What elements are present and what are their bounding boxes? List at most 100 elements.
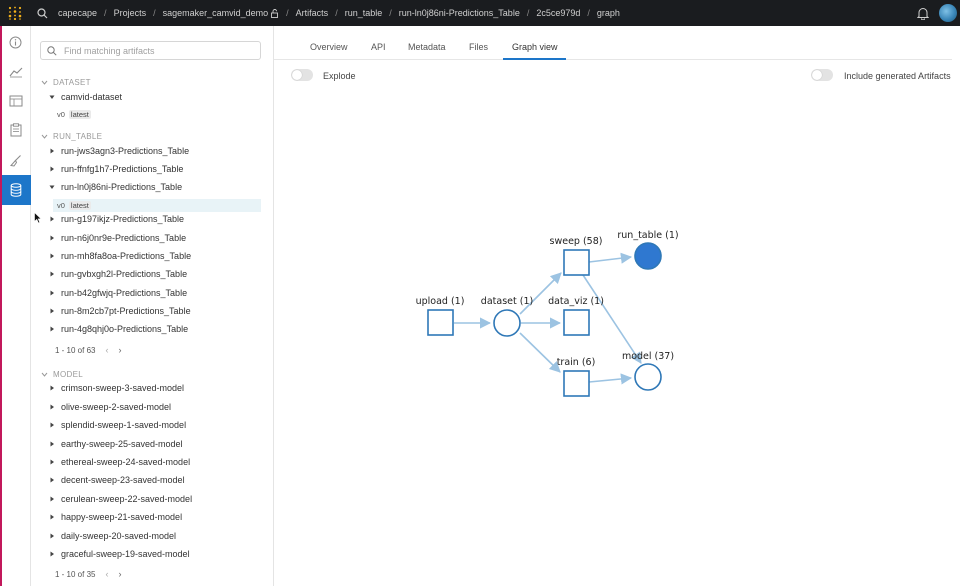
database-icon[interactable] [0, 175, 31, 205]
artifact-row[interactable]: splendid-sweep-1-saved-model [49, 417, 261, 432]
bell-icon[interactable] [917, 7, 929, 20]
breadcrumb-artifacts[interactable]: Artifacts [296, 8, 329, 18]
caret-right-icon [50, 216, 54, 221]
wandb-logo-icon[interactable] [0, 0, 30, 26]
clipboard-icon[interactable] [0, 115, 31, 145]
chevron-down-icon [41, 134, 48, 139]
artifact-row[interactable]: happy-sweep-21-saved-model [49, 509, 261, 524]
artifact-name: decent-sweep-23-saved-model [61, 474, 185, 485]
artifact-name: run-8m2cb7pt-Predictions_Table [61, 305, 191, 316]
artifact-row-camvid-dataset[interactable]: camvid-dataset [49, 89, 261, 104]
prev-page-icon[interactable]: ‹ [105, 345, 108, 355]
edge-dataset-train [519, 332, 561, 373]
section-title: MODEL [53, 370, 83, 379]
caret-right-icon [50, 308, 54, 313]
version-row[interactable]: v0 latest [53, 108, 261, 121]
node-sweep[interactable] [563, 249, 590, 276]
artifact-sidebar: DATASET camvid-dataset v0 latest RUN_TAB… [31, 26, 274, 586]
caret-right-icon [50, 533, 54, 538]
node-label-model: model (37) [622, 351, 674, 362]
caret-right-icon [50, 385, 54, 390]
avatar[interactable] [939, 4, 957, 22]
caret-right-icon [50, 253, 54, 258]
breadcrumb: capecape / Projects / sagemaker_camvid_d… [58, 8, 620, 18]
breadcrumb-projects[interactable]: Projects [114, 8, 147, 18]
artifact-row[interactable]: run-b42gfwjq-Predictions_Table [49, 285, 261, 300]
artifact-row[interactable]: decent-sweep-23-saved-model [49, 472, 261, 487]
artifact-row[interactable]: daily-sweep-20-saved-model [49, 528, 261, 543]
artifact-name: run-ffnfg1h7-Predictions_Table [61, 163, 184, 174]
caret-right-icon [50, 477, 54, 482]
table-icon[interactable] [0, 86, 31, 116]
mouse-cursor-icon [34, 212, 42, 224]
node-model[interactable] [634, 363, 662, 391]
caret-right-icon [50, 514, 54, 519]
rail-edge-accent [0, 26, 2, 586]
breadcrumb-artifact-type[interactable]: run_table [345, 8, 383, 18]
artifact-row[interactable]: run-n6j0nr9e-Predictions_Table [49, 230, 261, 245]
artifact-name: daily-sweep-20-saved-model [61, 530, 177, 541]
caret-right-icon [50, 441, 54, 446]
node-label-upload: upload (1) [416, 296, 465, 307]
artifact-row[interactable]: ethereal-sweep-24-saved-model [49, 454, 261, 469]
artifact-name: run-b42gfwjq-Predictions_Table [61, 287, 188, 298]
caret-right-icon [50, 148, 54, 153]
version-alias-badge: latest [68, 201, 91, 210]
node-upload[interactable] [427, 309, 454, 336]
artifact-row[interactable]: cerulean-sweep-22-saved-model [49, 491, 261, 506]
node-run-table-selected[interactable] [634, 242, 662, 270]
artifact-name: happy-sweep-21-saved-model [61, 511, 183, 522]
broom-icon[interactable] [0, 145, 31, 175]
caret-right-icon [50, 496, 54, 501]
artifact-name: splendid-sweep-1-saved-model [61, 419, 187, 430]
node-train[interactable] [563, 370, 590, 397]
artifact-row[interactable]: run-4g8qhj0o-Predictions_Table [49, 321, 261, 336]
breadcrumb-artifact-name[interactable]: run-ln0j86ni-Predictions_Table [399, 8, 520, 18]
search-icon[interactable] [32, 7, 52, 19]
artifact-row[interactable]: olive-sweep-2-saved-model [49, 399, 261, 414]
edge-train-model [588, 373, 633, 385]
breadcrumb-separator: / [526, 8, 530, 18]
artifact-row-selected[interactable]: run-ln0j86ni-Predictions_Table [49, 179, 261, 194]
caret-right-icon [50, 404, 54, 409]
artifact-row[interactable]: run-ffnfg1h7-Predictions_Table [49, 161, 261, 176]
next-page-icon[interactable]: › [118, 569, 121, 579]
nav-rail [0, 26, 31, 586]
breadcrumb-version[interactable]: 2c5ce979d [536, 8, 580, 18]
breadcrumb-entity[interactable]: capecape [58, 8, 97, 18]
artifact-row[interactable]: crimson-sweep-3-saved-model [49, 380, 261, 395]
artifact-name: cerulean-sweep-22-saved-model [61, 493, 193, 504]
caret-down-icon [49, 185, 55, 189]
artifact-row[interactable]: run-gvbxgh2l-Predictions_Table [49, 266, 261, 281]
artifact-row[interactable]: earthy-sweep-25-saved-model [49, 436, 261, 451]
artifact-row[interactable]: run-g197ikjz-Predictions_Table [49, 211, 261, 226]
artifact-row[interactable]: graceful-sweep-19-saved-model [49, 546, 261, 561]
breadcrumb-separator: / [389, 8, 392, 18]
artifact-search[interactable] [40, 41, 261, 60]
line-chart-icon[interactable] [0, 57, 31, 87]
node-label-dataset: dataset (1) [481, 296, 533, 307]
node-dataset[interactable] [493, 309, 521, 337]
info-icon[interactable] [0, 27, 31, 57]
artifact-row[interactable]: run-jws3agn3-Predictions_Table [49, 143, 261, 158]
artifact-row[interactable]: run-8m2cb7pt-Predictions_Table [49, 303, 261, 318]
caret-down-icon [49, 95, 55, 99]
artifact-name: run-mh8fa8oa-Predictions_Table [61, 250, 192, 261]
main-panel: Overview API Metadata Files Graph view E… [274, 26, 960, 586]
artifact-name: run-n6j0nr9e-Predictions_Table [61, 232, 187, 243]
node-data-viz[interactable] [563, 309, 590, 336]
section-model-header[interactable]: MODEL [41, 370, 83, 379]
next-page-icon[interactable]: › [118, 345, 121, 355]
chevron-down-icon [41, 372, 48, 377]
section-title: RUN_TABLE [53, 132, 103, 141]
section-run-table-header[interactable]: RUN_TABLE [41, 132, 102, 141]
artifact-name: run-ln0j86ni-Predictions_Table [61, 181, 183, 192]
prev-page-icon[interactable]: ‹ [105, 569, 108, 579]
artifact-row[interactable]: run-mh8fa8oa-Predictions_Table [49, 248, 261, 263]
node-label-data-viz: data_viz (1) [548, 296, 604, 307]
caret-right-icon [50, 271, 54, 276]
breadcrumb-project[interactable]: sagemaker_camvid_demo [163, 8, 269, 18]
artifact-lineage-graph: upload (1) dataset (1) sweep (58) data_v… [416, 230, 679, 397]
artifact-search-input[interactable] [64, 45, 254, 56]
section-dataset-header[interactable]: DATASET [41, 78, 91, 87]
